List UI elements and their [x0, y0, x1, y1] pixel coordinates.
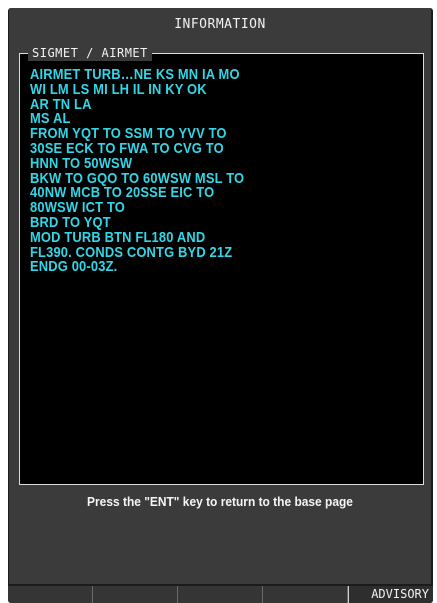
page-title: INFORMATION: [174, 17, 266, 32]
display-screen: INFORMATION SIGMET / AIRMET AIRMET TURB……: [9, 8, 431, 584]
softkey-3[interactable]: [178, 586, 263, 603]
advisory-softkey[interactable]: ADVISORY: [348, 586, 433, 603]
softkey-2[interactable]: [93, 586, 178, 603]
sigmet-airmet-panel: SIGMET / AIRMET AIRMET TURB…NE KS MN IA …: [19, 45, 424, 485]
return-instruction: Press the "ENT" key to return to the bas…: [87, 494, 353, 509]
display-bezel: INFORMATION SIGMET / AIRMET AIRMET TURB……: [8, 8, 433, 603]
sigmet-message-text: AIRMET TURB…NE KS MN IA MO WI LM LS MI L…: [30, 66, 245, 276]
panel-label: SIGMET / AIRMET: [28, 45, 152, 61]
softkey-1[interactable]: [8, 586, 93, 603]
softkey-4[interactable]: [263, 586, 348, 603]
softkey-bar: ADVISORY: [8, 586, 433, 603]
